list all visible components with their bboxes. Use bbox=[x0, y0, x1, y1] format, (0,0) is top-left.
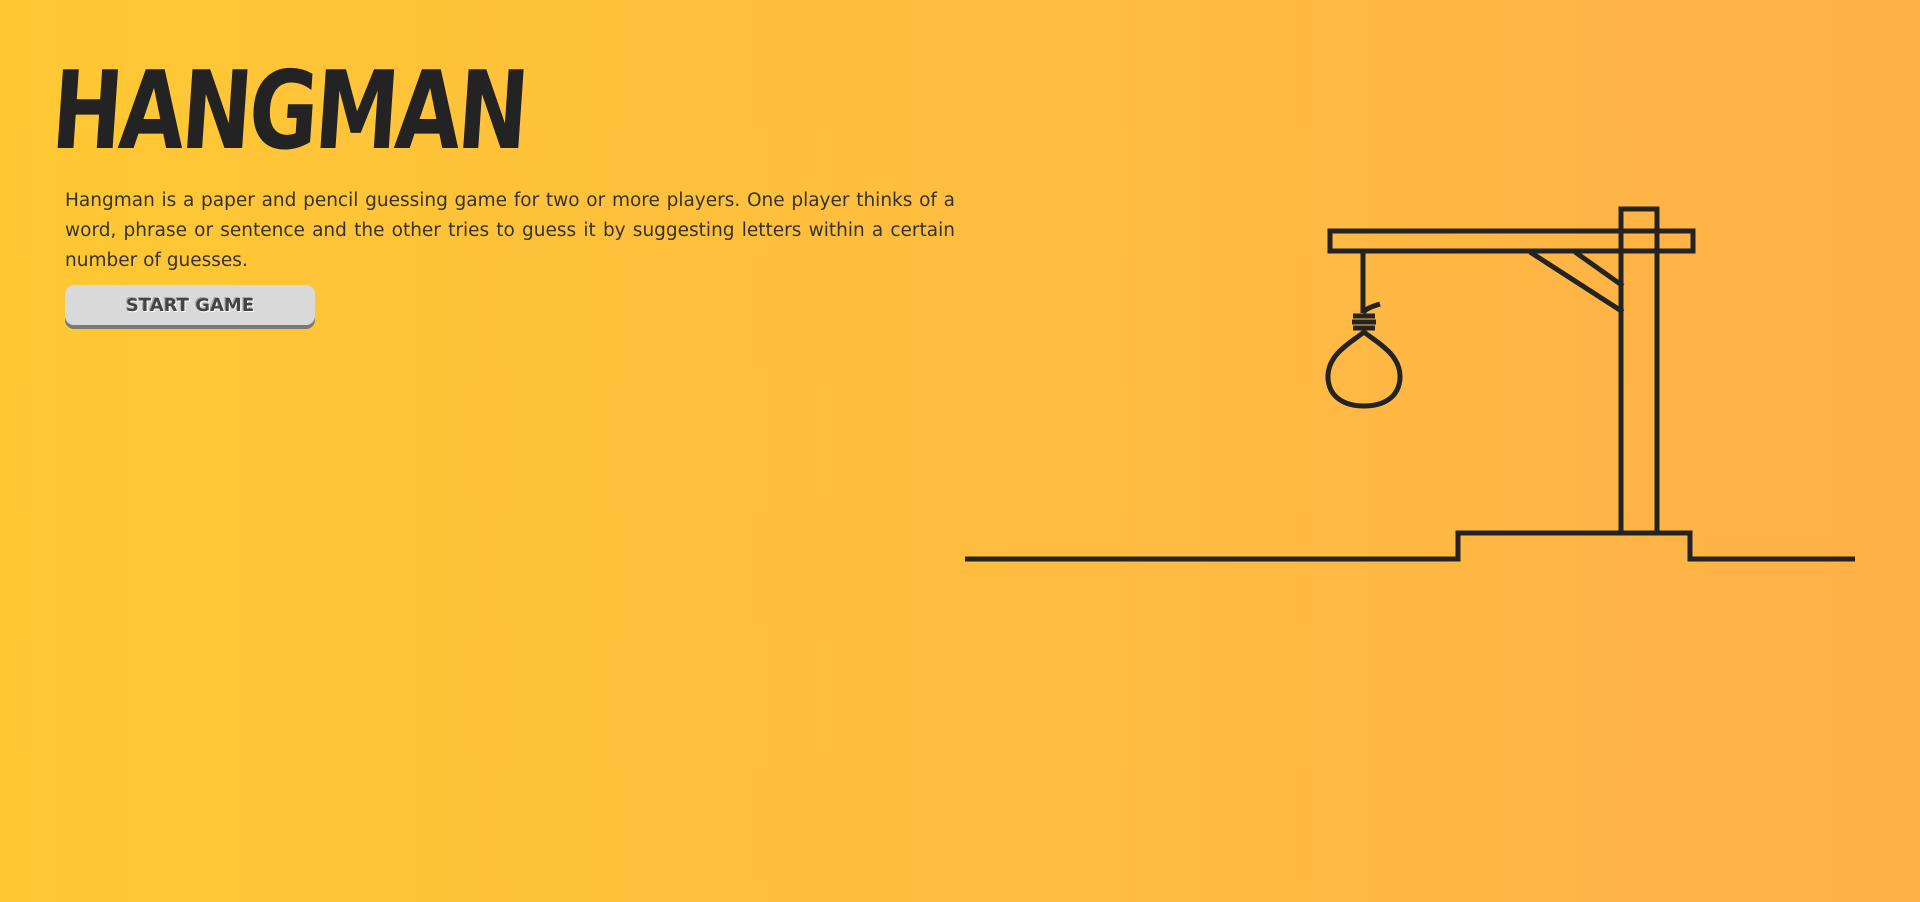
start-game-button[interactable]: START GAME bbox=[65, 285, 315, 325]
game-title: HANGMAN bbox=[48, 49, 530, 174]
game-description: Hangman is a paper and pencil guessing g… bbox=[65, 190, 955, 271]
gallows-with-noose-icon bbox=[965, 206, 1855, 562]
